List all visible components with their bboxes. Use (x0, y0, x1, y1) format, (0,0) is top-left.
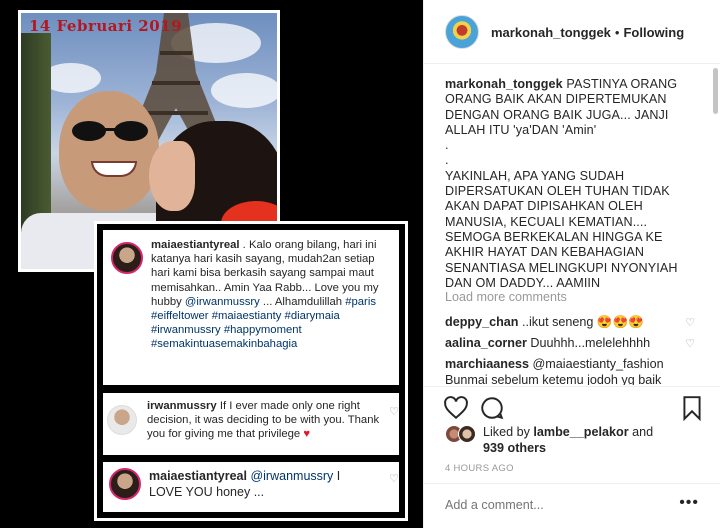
sunglasses-icon (72, 121, 148, 141)
reply-comment: irwanmussry If I ever made only one righ… (107, 397, 403, 452)
heart-emoji-icon: ♥ (303, 428, 311, 441)
more-icon[interactable]: ••• (679, 494, 699, 512)
mention-link: @irwanmussry (250, 469, 334, 483)
bookmark-icon[interactable] (679, 395, 705, 421)
add-comment-bar: ••• (424, 483, 720, 528)
action-bar (424, 386, 720, 426)
comment-username: irwanmussry (147, 400, 217, 412)
original-comment: maiaestiantyreal . Kalo orang bilang, ha… (107, 234, 403, 385)
comment-row: deppy_chan ..ikut seneng 😍😍😍 ♡ (445, 315, 695, 329)
avatar (107, 405, 137, 435)
post-media: 14 Februari 2019 maiaestiantyreal . Kalo… (0, 0, 423, 528)
heart-icon[interactable]: ♡ (685, 337, 695, 350)
comment-username[interactable]: aalina_corner (445, 336, 527, 350)
woman-face (149, 141, 195, 211)
caption-username[interactable]: markonah_tonggek (445, 77, 563, 91)
comment-username: maiaestiantyreal (149, 469, 247, 483)
add-comment-input[interactable] (445, 498, 675, 512)
comment-screenshot-frame: maiaestiantyreal . Kalo orang bilang, ha… (94, 221, 408, 521)
comment-row: marchiaaness @maiaestianty_fashion Bunma… (445, 357, 664, 385)
load-more-comments-button[interactable]: Load more comments (445, 290, 567, 304)
avatar (458, 425, 476, 443)
date-stamp: 14 Februari 2019 (29, 17, 183, 35)
man-head (59, 91, 159, 211)
heart-icon: ♡ (389, 406, 399, 418)
avatar (109, 468, 141, 500)
likes-text: Liked by lambe__pelakor and 939 others (483, 425, 654, 455)
second-reply: maiaestiantyreal @irwanmussry I LOVE YOU… (107, 464, 403, 512)
heart-icon[interactable] (443, 395, 469, 421)
liker-username[interactable]: lambe__pelakor (533, 425, 628, 439)
reply-comment-text: irwanmussry If I ever made only one righ… (147, 400, 380, 441)
divider (103, 385, 399, 393)
caption: markonah_tonggek PASTINYA ORANG ORANG BA… (445, 77, 678, 290)
heart-icon: ♡ (389, 473, 399, 485)
comment-username[interactable]: deppy_chan (445, 315, 518, 329)
post-header: markonah_tonggek • Following (424, 0, 720, 64)
heart-icon[interactable]: ♡ (685, 316, 695, 329)
header-user-line: markonah_tonggek • Following (491, 25, 684, 40)
comment-row: aalina_corner Duuhhh...melelehhhh ♡ (445, 336, 695, 350)
second-reply-text: maiaestiantyreal @irwanmussry I LOVE YOU… (149, 469, 341, 499)
following-button[interactable]: Following (623, 25, 684, 40)
scrollbar[interactable] (713, 68, 718, 114)
avatar (111, 242, 143, 274)
comments-area: markonah_tonggek PASTINYA ORANG ORANG BA… (445, 77, 697, 385)
header-username[interactable]: markonah_tonggek (491, 25, 611, 40)
divider (103, 455, 399, 462)
tree (21, 33, 51, 233)
original-comment-text: maiaestiantyreal . Kalo orang bilang, ha… (151, 239, 379, 351)
mention-link: @irwanmussry (184, 295, 260, 308)
separator-dot: • (614, 25, 620, 40)
comment-icon[interactable] (479, 395, 505, 421)
comment-username: maiaestiantyreal (151, 239, 240, 251)
avatar[interactable] (445, 15, 479, 49)
comment-screenshot: maiaestiantyreal . Kalo orang bilang, ha… (97, 224, 405, 518)
post-timestamp[interactable]: 4 HOURS AGO (445, 463, 514, 474)
likes-count-button[interactable]: 939 others (483, 441, 546, 455)
comment-screenshot-inner: maiaestiantyreal . Kalo orang bilang, ha… (103, 230, 399, 512)
post-side-panel: markonah_tonggek • Following markonah_tong… (423, 0, 720, 528)
likes-summary: Liked by lambe__pelakor and 939 others (445, 423, 705, 457)
comment-username[interactable]: marchiaaness (445, 357, 529, 371)
